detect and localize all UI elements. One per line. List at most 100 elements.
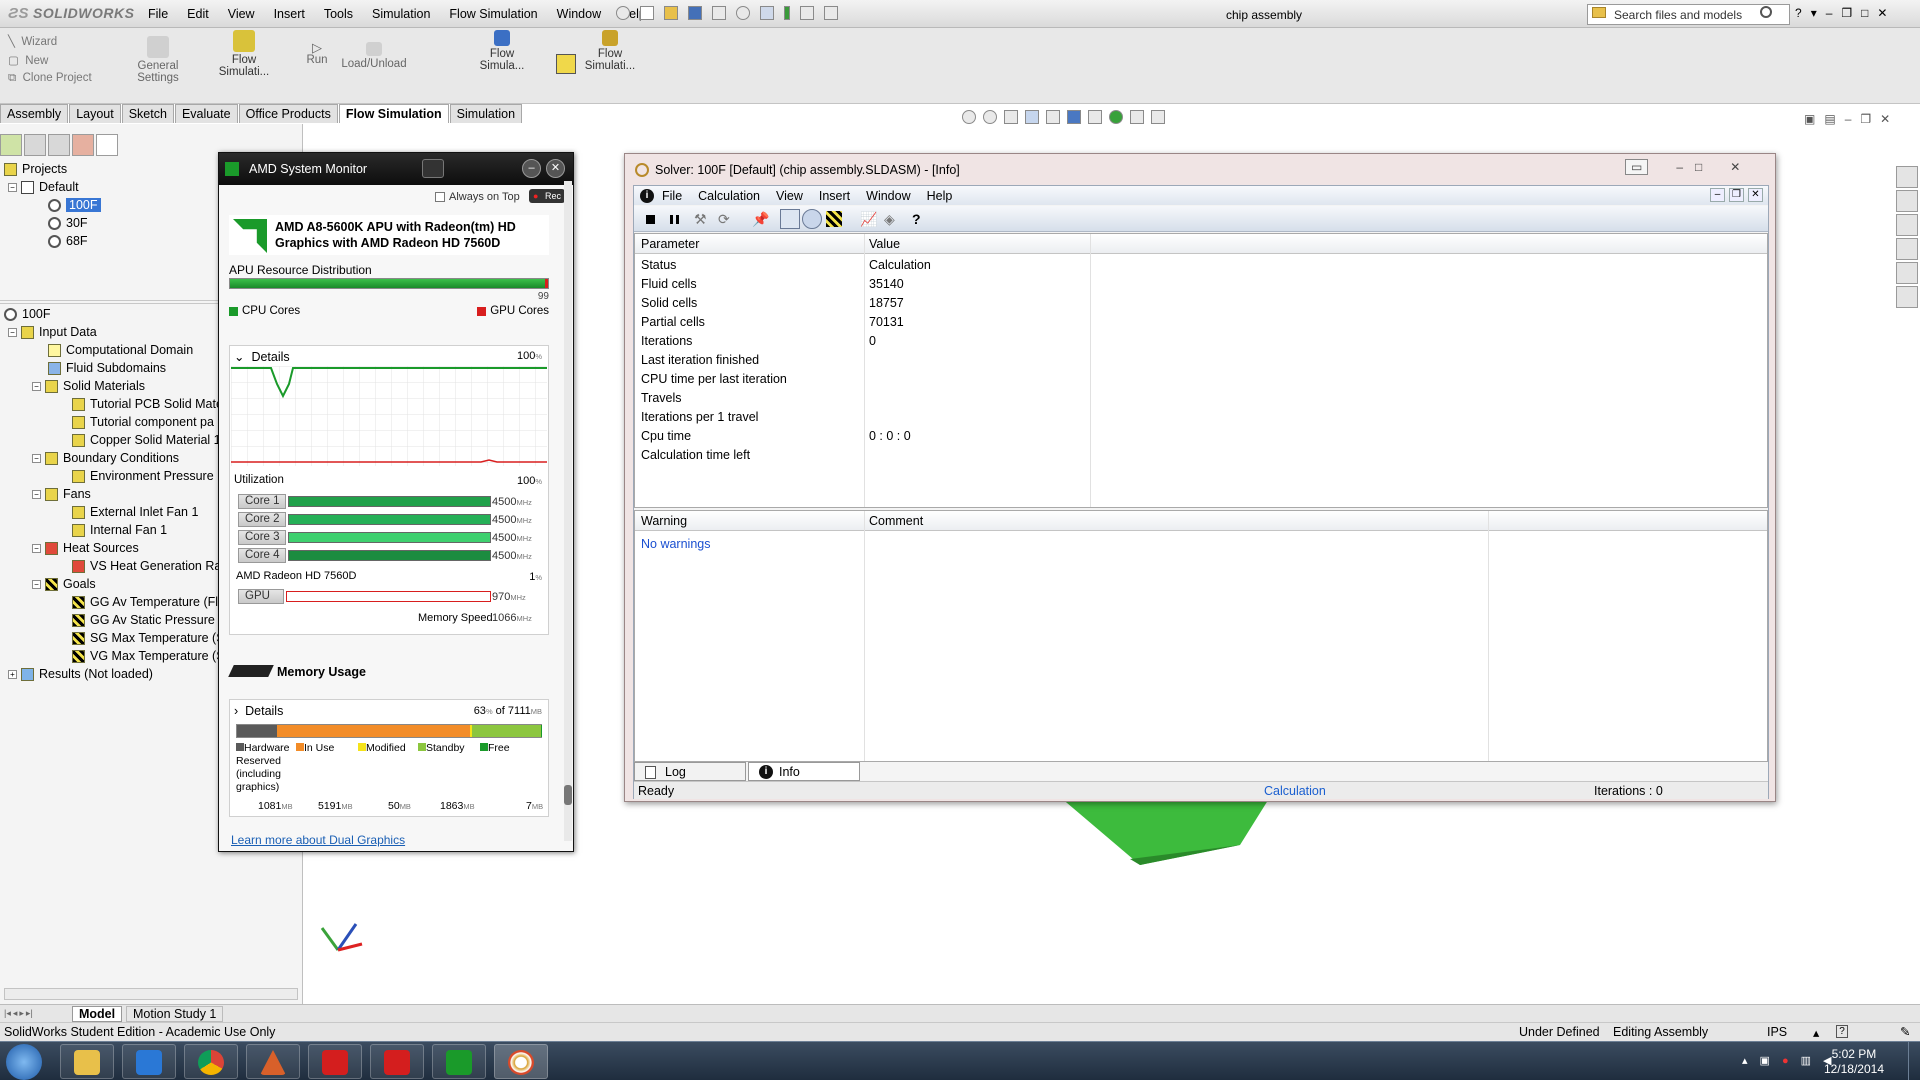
tray-alert-icon[interactable]: ● [1782,1055,1789,1067]
record-button[interactable]: ● Rec [529,189,565,203]
restore-icon[interactable]: ❐ [1841,6,1852,20]
select-pointer-icon[interactable] [760,6,774,20]
help-icon[interactable]: ? [1795,6,1802,20]
taskbar-mail[interactable] [122,1044,176,1079]
menu-flow-simulation[interactable]: Flow Simulation [449,7,537,21]
collapse-icon[interactable]: − [32,543,41,553]
tree-project-68f[interactable]: 68F [4,232,101,250]
featuremanager-tab[interactable] [0,134,22,156]
clone-project-button[interactable]: ⧉ Clone Project [8,72,92,85]
tree-solid-material-item[interactable]: Tutorial component pa [4,413,218,431]
flow-simulation-projects-button[interactable]: Flow Simulati... [215,30,273,78]
propertymanager-tab[interactable] [24,134,46,156]
start-button[interactable] [6,1044,42,1080]
appearances-icon[interactable] [1896,262,1918,284]
pause-icon[interactable] [670,215,679,224]
analysis-root[interactable]: 100F [4,305,218,323]
section-view-icon[interactable] [1025,110,1039,124]
tree-fans[interactable]: − Fans [4,485,218,503]
tray-up-icon[interactable]: ▴ [1742,1054,1748,1067]
units-up-icon[interactable]: ▴ [1813,1025,1819,1040]
taskbar-flow-solver[interactable] [494,1044,548,1079]
stop-icon[interactable] [646,215,655,224]
tree-input-data[interactable]: − Input Data [4,323,218,341]
amd-title-bar[interactable]: AMD System Monitor – ✕ [219,153,573,185]
parameter-column-header[interactable]: Parameter [641,237,699,251]
tab-sketch[interactable]: Sketch [121,104,174,123]
pin-icon[interactable]: 📌 [752,211,769,227]
tree-fan-item[interactable]: Internal Fan 1 [4,521,218,539]
menu-tools[interactable]: Tools [324,7,353,21]
tree-project-30f[interactable]: 30F [4,214,101,232]
tree-heat-item[interactable]: VS Heat Generation Rat [4,557,218,575]
projects-root[interactable]: Projects [4,160,101,178]
maximize-icon[interactable]: □ [1695,160,1702,174]
edit-appearance-icon[interactable] [1109,110,1123,124]
always-on-top-checkbox[interactable]: Always on Top [435,191,520,203]
view-palette-icon[interactable] [1896,238,1918,260]
tile-icon[interactable]: ▣ [1804,112,1815,126]
amd-scrollbar-thumb[interactable] [564,785,572,805]
dimxpert-tab[interactable] [72,134,94,156]
apply-scene-icon[interactable] [1130,110,1144,124]
units-selector[interactable]: IPS [1767,1025,1787,1039]
goals-plot-icon[interactable] [826,211,842,227]
tree-goal-item[interactable]: SG Max Temperature (S [4,629,218,647]
save-icon[interactable] [688,6,702,20]
collapse-icon[interactable]: − [32,381,41,391]
tab-log[interactable]: Log [634,762,746,781]
mdi-minimize-icon[interactable]: – [1710,188,1725,202]
tree-computational-domain[interactable]: Computational Domain [4,341,218,359]
first-tab-icon[interactable]: |◂ [4,1008,11,1019]
info-view-icon[interactable] [802,209,822,229]
collapse-icon[interactable]: − [32,579,41,589]
tab-layout[interactable]: Layout [69,104,121,123]
view-orientation-icon[interactable] [1046,110,1060,124]
solver-menu-window[interactable]: Window [866,189,910,203]
solver-menu-help[interactable]: Help [927,189,953,203]
step-icon[interactable]: ⚒ [694,211,710,227]
menu-insert[interactable]: Insert [274,7,305,21]
last-tab-icon[interactable]: ▸| [26,1008,33,1019]
mdi-restore-icon[interactable]: ❐ [1729,188,1744,202]
general-settings-button[interactable]: General Settings [133,36,183,84]
tree-fluid-subdomains[interactable]: Fluid Subdomains [4,359,218,377]
new-document-icon[interactable] [640,6,654,20]
solidworks-logo[interactable]: ƧS SOLIDWORKS [8,5,134,22]
flow-analysis-tab[interactable] [96,134,118,156]
projects-group[interactable]: − Default [4,178,101,196]
value-column-header[interactable]: Value [869,237,900,251]
custom-properties-icon[interactable] [1896,286,1918,308]
maximize-icon[interactable]: □ [1861,6,1868,20]
collapse-icon[interactable]: − [32,453,41,463]
collapse-icon[interactable]: − [8,182,17,192]
tree-solid-material-item[interactable]: Tutorial PCB Solid Mate [4,395,218,413]
help-icon[interactable]: ? [1836,1025,1848,1038]
menu-file[interactable]: File [148,7,168,21]
help-icon[interactable]: ? [912,211,928,227]
refresh-icon[interactable]: ⟳ [718,211,734,227]
tab-info[interactable]: i Info [748,762,860,781]
menu-edit[interactable]: Edit [187,7,209,21]
pencil-icon[interactable]: ✎ [1900,1024,1910,1039]
wizard-button[interactable]: ╲ Wizard [8,34,57,48]
mdi-close-icon[interactable]: ✕ [1748,188,1763,202]
tree-boundary-conditions[interactable]: − Boundary Conditions [4,449,218,467]
show-desktop-button[interactable] [1908,1042,1920,1080]
zoom-to-fit-icon[interactable] [962,110,976,124]
minimize-icon[interactable]: – [1826,6,1833,20]
tree-project-100f[interactable]: 100F [4,196,101,214]
display-style-icon[interactable] [1067,110,1081,124]
mini-mode-icon[interactable] [422,159,444,178]
log-view-icon[interactable] [780,209,800,229]
collapse-icon[interactable]: − [32,489,41,499]
warning-column-header[interactable]: Warning [641,514,687,528]
amd-scrollbar[interactable] [564,181,572,841]
search-icon[interactable] [1760,6,1772,18]
rebuild-icon[interactable] [784,6,790,20]
expand-icon[interactable]: + [8,669,17,679]
minimize-button[interactable]: – [522,159,541,178]
tab-assembly[interactable]: Assembly [0,104,69,123]
model-viewport-part[interactable] [1050,795,1280,870]
restore-down-icon[interactable]: ▭ [1625,159,1649,175]
